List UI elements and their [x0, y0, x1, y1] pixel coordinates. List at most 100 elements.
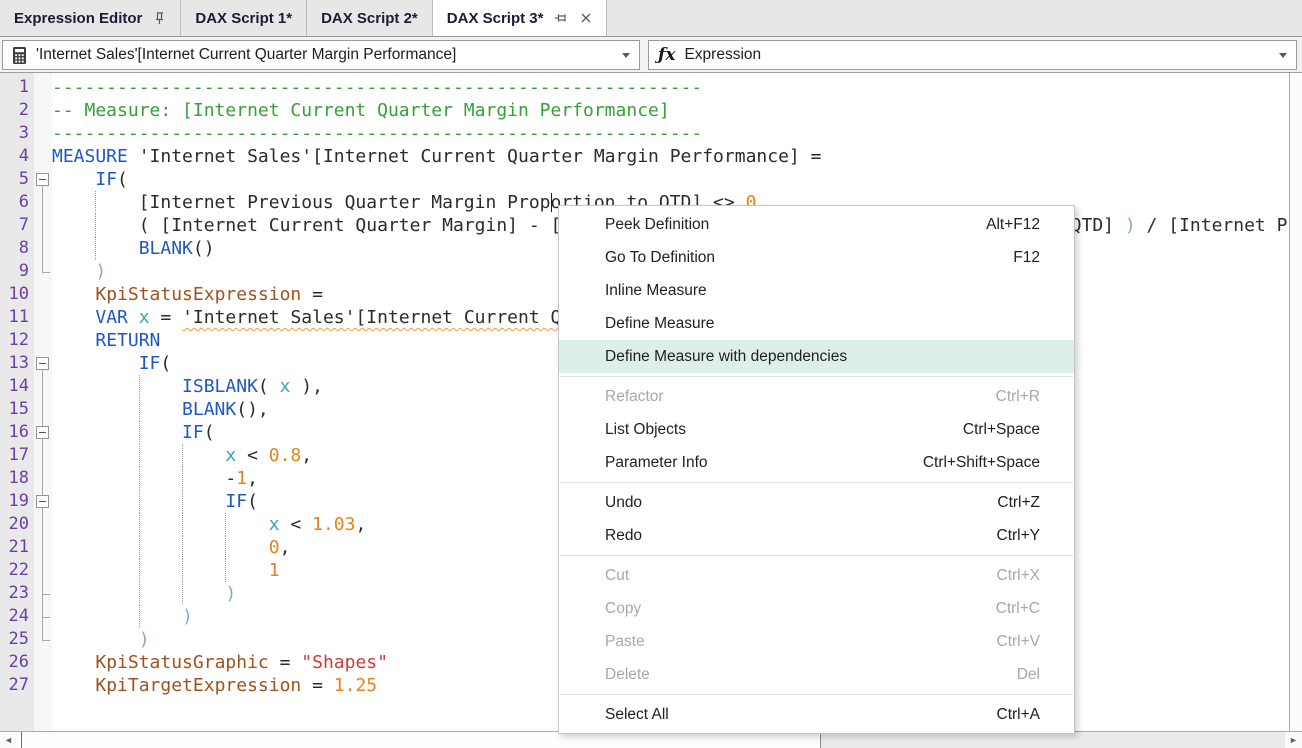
- menu-item-select-all[interactable]: Select All Ctrl+A: [559, 698, 1074, 731]
- property-selector-dropdown[interactable]: ƒx Expression: [648, 40, 1297, 70]
- menu-item-label: Define Measure with dependencies: [605, 348, 847, 366]
- menu-item-shortcut: Ctrl+A: [997, 706, 1041, 724]
- line-number: 19: [0, 490, 34, 513]
- scrollbar-thumb[interactable]: [21, 732, 821, 748]
- code-token: -: [52, 468, 236, 489]
- scrollbar-track[interactable]: [821, 732, 1285, 748]
- tab-dax-script-1[interactable]: DAX Script 1*: [181, 0, 307, 36]
- code-token: (): [193, 238, 215, 259]
- chevron-down-icon[interactable]: [1279, 53, 1287, 58]
- tab-label: DAX Script 3*: [447, 10, 544, 27]
- tab-dax-script-3[interactable]: DAX Script 3*: [433, 0, 608, 36]
- code-token: (: [160, 353, 171, 374]
- pin-icon[interactable]: [554, 11, 569, 25]
- code-token: (: [247, 491, 258, 512]
- fold-collapse-button[interactable]: [36, 426, 49, 439]
- line-number: 27: [0, 674, 34, 697]
- code-token: ,: [355, 514, 366, 535]
- menu-separator: [560, 482, 1073, 483]
- tab-label: Expression Editor: [14, 10, 142, 27]
- menu-item-shortcut: Ctrl+Space: [963, 421, 1040, 439]
- menu-item-label: Inline Measure: [605, 282, 707, 300]
- code-token: ): [1114, 215, 1136, 236]
- code-line-3[interactable]: ----------------------------------------…: [52, 122, 1302, 145]
- indent-guide: [95, 214, 96, 237]
- code-token: ,: [280, 537, 291, 558]
- menu-item-list-objects[interactable]: List Objects Ctrl+Space: [559, 413, 1074, 446]
- close-icon[interactable]: [580, 12, 592, 24]
- menu-item-label: List Objects: [605, 421, 686, 439]
- code-token: 1.25: [334, 675, 377, 696]
- line-number: 16: [0, 421, 34, 444]
- code-line-5[interactable]: IF(: [52, 168, 1302, 191]
- menu-item-go-to-definition[interactable]: Go To DefinitionF12: [559, 241, 1074, 274]
- vertical-scrollbar-track[interactable]: [1289, 73, 1302, 731]
- code-token: (: [258, 376, 280, 397]
- line-number: 6: [0, 191, 34, 214]
- scroll-right-icon[interactable]: ►: [1285, 732, 1302, 748]
- indent-guide: [139, 605, 140, 628]
- dax-editor-window: Expression Editor DAX Script 1* DAX Scri…: [0, 0, 1302, 748]
- code-token: =: [269, 652, 302, 673]
- code-token: [52, 330, 95, 351]
- menu-item-label: Parameter Info: [605, 454, 708, 472]
- menu-item-redo[interactable]: RedoCtrl+Y: [559, 519, 1074, 552]
- indent-guide: [225, 559, 226, 582]
- menu-item-cut: CutCtrl+X: [559, 559, 1074, 592]
- menu-item-inline-measure[interactable]: Inline Measure: [559, 274, 1074, 307]
- menu-item-label: Go To Definition: [605, 249, 715, 267]
- code-line-1[interactable]: ----------------------------------------…: [52, 76, 1302, 99]
- menu-item-define-measure[interactable]: Define Measure: [559, 307, 1074, 340]
- code-token: [52, 652, 95, 673]
- line-number: 9: [0, 260, 34, 283]
- menu-item-label: Cut: [605, 567, 629, 585]
- code-token: [52, 422, 182, 443]
- code-token: (: [204, 422, 215, 443]
- code-token: ,: [247, 468, 258, 489]
- fx-icon: ƒx: [658, 45, 675, 65]
- menu-item-undo[interactable]: UndoCtrl+Z: [559, 486, 1074, 519]
- fold-collapse-button[interactable]: [36, 357, 49, 370]
- menu-item-label: Paste: [605, 633, 645, 651]
- code-token: <: [280, 514, 313, 535]
- fold-line: [42, 508, 43, 594]
- code-token: x: [269, 514, 280, 535]
- code-line-2[interactable]: -- Measure: [Internet Current Quarter Ma…: [52, 99, 1302, 122]
- code-token: [52, 261, 95, 282]
- indent-guide: [139, 467, 140, 490]
- chevron-down-icon[interactable]: [622, 53, 630, 58]
- indent-guide: [139, 398, 140, 421]
- menu-item-shortcut: Ctrl+R: [996, 388, 1040, 406]
- menu-item-parameter-info[interactable]: Parameter Info Ctrl+Shift+Space: [559, 446, 1074, 479]
- menu-item-define-measure-with-dependencies[interactable]: Define Measure with dependencies: [559, 340, 1074, 373]
- code-line-4[interactable]: MEASURE 'Internet Sales'[Internet Curren…: [52, 145, 1302, 168]
- code-token: [52, 606, 182, 627]
- menu-item-label: Refactor: [605, 388, 664, 406]
- line-number: 2: [0, 99, 34, 122]
- code-token: ,: [301, 445, 312, 466]
- measure-selector-dropdown[interactable]: 'Internet Sales'[Internet Current Quarte…: [2, 40, 640, 70]
- code-token: IF: [139, 353, 161, 374]
- line-number: 20: [0, 513, 34, 536]
- menu-item-copy: CopyCtrl+C: [559, 592, 1074, 625]
- code-token: [52, 307, 95, 328]
- indent-guide: [139, 536, 140, 559]
- menu-item-label: Select All: [605, 706, 669, 724]
- menu-item-peek-definition[interactable]: Peek DefinitionAlt+F12: [559, 208, 1074, 241]
- scroll-left-icon[interactable]: ◄: [0, 732, 17, 748]
- code-token: -- Measure: [Internet Current Quarter Ma…: [52, 100, 670, 121]
- line-number: 1: [0, 76, 34, 99]
- menu-item-shortcut: Ctrl+Shift+Space: [923, 454, 1040, 472]
- fold-collapse-button[interactable]: [36, 173, 49, 186]
- code-token: =: [150, 307, 183, 328]
- fold-collapse-button[interactable]: [36, 495, 49, 508]
- code-token: 'Internet Sales'[Internet Current Quarte…: [128, 146, 822, 167]
- pin-icon[interactable]: [153, 11, 166, 25]
- tab-expression-editor[interactable]: Expression Editor: [0, 0, 181, 36]
- code-token: x: [225, 445, 236, 466]
- indent-guide: [139, 375, 140, 398]
- tab-dax-script-2[interactable]: DAX Script 2*: [307, 0, 433, 36]
- code-token: BLANK: [139, 238, 193, 259]
- code-token: =: [301, 675, 334, 696]
- menu-item-shortcut: Del: [1017, 666, 1040, 684]
